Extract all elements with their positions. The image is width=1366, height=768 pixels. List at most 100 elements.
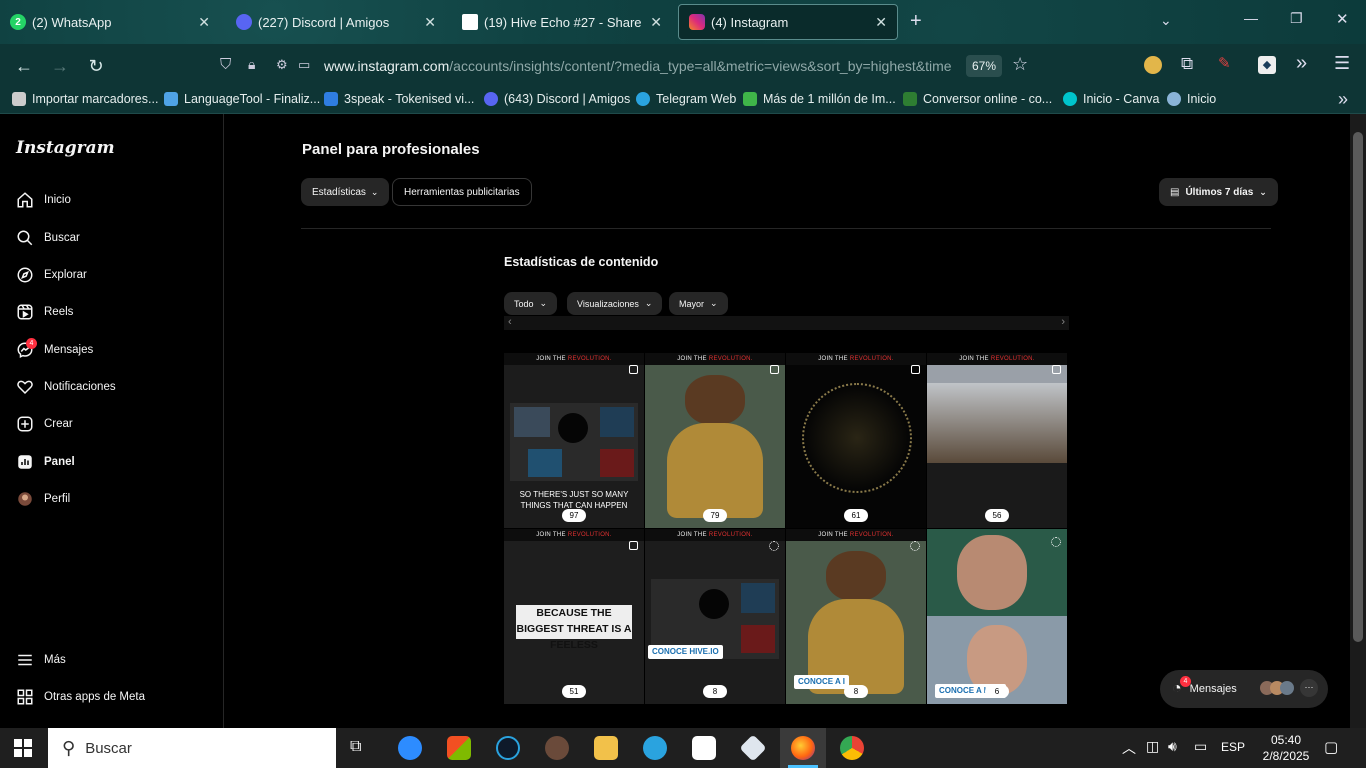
key-extension-icon[interactable]: ✎ [1218,54,1231,72]
extension-icon[interactable] [1144,56,1162,74]
post-thumbnail[interactable]: JOIN THE REVOLUTION. 79 [645,353,785,528]
period-selector[interactable]: ▤ Últimos 7 días ⌄ [1159,178,1278,206]
capcut-icon[interactable] [692,736,716,760]
file-explorer-icon[interactable] [594,736,618,760]
close-tab-icon[interactable]: ✕ [198,14,210,31]
nav-label: Más [44,654,66,666]
chrome-icon[interactable] [840,736,864,760]
bookmark-item[interactable]: 3speak - Tokenised vi... [324,92,474,106]
bookmark-item[interactable]: Inicio [1167,92,1216,106]
nav-reels[interactable]: Reels [16,300,73,324]
bookmark-star-icon[interactable]: ☆ [1012,54,1028,75]
nav-crear[interactable]: Crear [16,412,73,436]
overflow-chevron-icon[interactable]: » [1296,52,1307,75]
tab-hive-echo[interactable]: (19) Hive Echo #27 - Share your ✕ [452,4,672,40]
instagram-logo[interactable]: Instagram [16,138,115,158]
bookmark-item[interactable]: Más de 1 millón de Im... [743,92,896,106]
reload-icon[interactable]: ↻ [82,52,110,80]
bookmark-item[interactable]: Conversor online - co... [903,92,1052,106]
telegram-icon[interactable] [643,736,667,760]
menu-lines-icon [18,654,32,666]
close-tab-icon[interactable]: ✕ [875,14,887,31]
nav-panel[interactable]: Panel [16,450,75,474]
close-tab-icon[interactable]: ✕ [650,14,662,31]
instagram-sidebar: Instagram Inicio Buscar Explorar Reels M… [0,114,224,728]
clock[interactable]: 05:40 2/8/2025 [1256,732,1316,764]
clock-date: 2/8/2025 [1262,749,1310,763]
post-thumbnail[interactable]: JOIN THE REVOLUTION. 56 [927,353,1067,528]
scrollbar-thumb[interactable] [1353,132,1363,642]
pixabay-icon [743,92,757,106]
nav-perfil[interactable]: Perfil [16,487,70,511]
header-text: JOIN THE [959,356,989,362]
zoom-level[interactable]: 67% [966,55,1003,77]
volume-icon[interactable]: 🔊︎ [1168,738,1177,755]
task-view-icon[interactable]: ⧉ [350,738,361,756]
bookmark-item[interactable]: Telegram Web [636,92,736,106]
address-bar[interactable]: ⛉ 🔒︎ ⚙ ▭ www.instagram.com/accounts/insi… [214,52,1044,80]
tab-list-icon[interactable]: ⌄ [1160,12,1172,29]
taskbar-active-app[interactable] [780,728,826,768]
nav-explorar[interactable]: Explorar [16,263,87,287]
more-icon[interactable]: ··· [1300,679,1318,697]
teamviewer-icon[interactable] [496,736,520,760]
scroll-right-icon[interactable]: › [1061,316,1065,328]
filter-mayor[interactable]: Mayor ⌄ [669,292,728,315]
bookmark-item[interactable]: (643) Discord | Amigos [484,92,630,106]
notifications-icon[interactable]: ▢ [1324,738,1338,756]
loading-icon [769,541,779,551]
instagram-icon [689,14,705,30]
back-icon[interactable]: ← [10,52,38,80]
nav-inicio[interactable]: Inicio [16,188,71,212]
header-text: JOIN THE [677,532,707,538]
bookmarks-overflow-icon[interactable]: » [1338,89,1348,110]
url-path: /accounts/insights/content/?media_type=a… [449,58,952,74]
post-thumbnail[interactable]: JOIN THE REVOLUTION. CONOCE A I 8 [786,529,926,704]
nav-notificaciones[interactable]: Notificaciones [16,375,116,399]
extensions-icon[interactable]: ⧉ [1181,54,1193,74]
nav-otras-apps[interactable]: Otras apps de Meta [16,685,145,709]
tab-discord[interactable]: (227) Discord | Amigos ✕ [226,4,446,40]
tab-estadisticas[interactable]: Estadísticas ⌄ [301,178,390,206]
network-icon[interactable]: ▭ [1194,738,1207,755]
profile-app-icon[interactable] [545,736,569,760]
person-image [957,535,1027,610]
header-accent: REVOLUTION. [849,356,894,362]
menu-icon[interactable]: ☰ [1334,53,1350,74]
store-icon[interactable] [447,736,471,760]
meet-now-icon[interactable]: ◫ [1146,738,1159,755]
post-thumbnail[interactable]: JOIN THE REVOLUTION. BECAUSE THE BIGGEST… [504,529,644,704]
zoom-app-icon[interactable] [398,736,422,760]
tab-herramientas[interactable]: Herramientas publicitarias [392,178,532,206]
show-hidden-icons[interactable]: ︿ [1122,738,1136,758]
horizontal-scroll-track[interactable]: ‹ › [504,316,1069,330]
post-thumbnail[interactable]: JOIN THE REVOLUTION. CONOCE HIVE.IO 8 [645,529,785,704]
nav-mas[interactable]: Más [16,648,66,672]
filter-visualizaciones[interactable]: Visualizaciones ⌄ [567,292,663,315]
taskbar-search[interactable]: ⚲ Buscar [48,728,336,768]
nav-buscar[interactable]: Buscar [16,226,80,250]
tab-instagram[interactable]: (4) Instagram ✕ [678,4,898,40]
restore-icon[interactable]: ❐ [1290,10,1303,27]
scroll-left-icon[interactable]: ‹ [508,316,512,328]
messages-floating-bar[interactable]: ◔ 4 Mensajes ··· [1160,670,1328,708]
page-scrollbar[interactable] [1350,114,1366,728]
language-indicator[interactable]: ESP [1221,740,1245,754]
bookmark-item[interactable]: LanguageTool - Finaliz... [164,92,320,106]
close-window-icon[interactable]: ✕ [1336,10,1349,28]
hive-keychain-icon[interactable]: ◆ [1258,56,1276,74]
filter-todo[interactable]: Todo ⌄ [504,292,558,315]
close-tab-icon[interactable]: ✕ [424,14,436,31]
bookmark-item[interactable]: Importar marcadores... [12,92,158,106]
new-tab-icon[interactable]: + [910,10,922,33]
post-thumbnail[interactable]: JOIN THE REVOLUTION. SO THERE'S JUST SO … [504,353,644,528]
minimize-icon[interactable]: — [1244,10,1258,26]
forward-icon[interactable]: → [46,52,74,80]
post-thumbnail[interactable]: JOIN THE REVOLUTION. 61 [786,353,926,528]
tab-label: Estadísticas [312,186,366,198]
bookmark-item[interactable]: Inicio - Canva [1063,92,1159,106]
windows-start-icon[interactable] [14,739,32,757]
post-thumbnail[interactable]: CONOCE A HIVE 6 [927,529,1067,704]
tab-whatsapp[interactable]: 2 (2) WhatsApp ✕ [0,4,220,40]
collage-tile [600,449,634,477]
